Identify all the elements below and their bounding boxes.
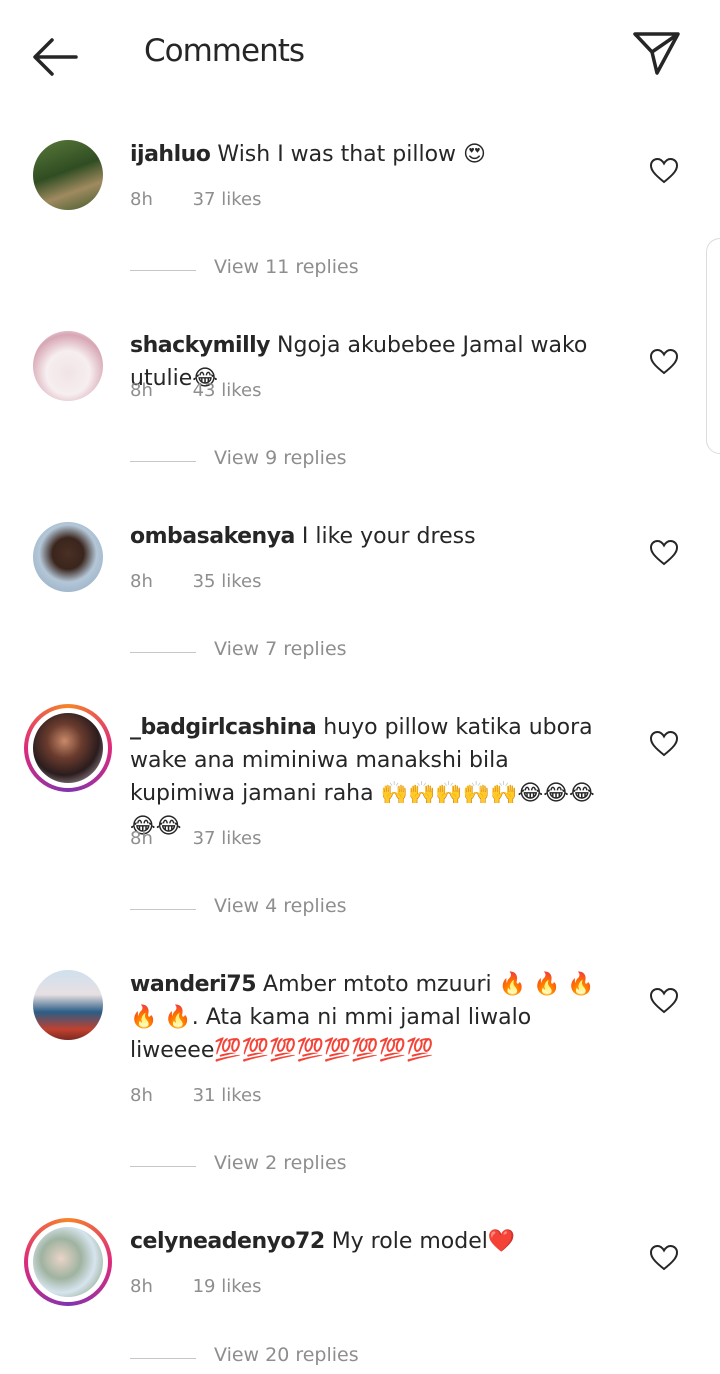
avatar[interactable] xyxy=(33,970,103,1040)
avatar[interactable] xyxy=(33,331,103,401)
avatar[interactable] xyxy=(33,522,103,592)
view-replies-label[interactable]: View 7 replies xyxy=(214,638,347,660)
comment-username[interactable]: shackymilly xyxy=(130,333,271,358)
view-replies-label[interactable]: View 20 replies xyxy=(214,1344,359,1366)
comment-body: My role model❤️ xyxy=(331,1229,516,1254)
comment-likes[interactable]: 37 likes xyxy=(193,828,262,849)
comment-likes[interactable]: 35 likes xyxy=(193,571,262,592)
replies-divider xyxy=(130,652,196,653)
comment-body: I like your dress xyxy=(301,524,476,549)
comment-text: celyneadenyo72 My role model❤️ xyxy=(130,1225,620,1258)
page-title: Comments xyxy=(144,33,305,69)
comment-meta: 8h 37 likes xyxy=(130,189,295,210)
comment-meta: 8h 31 likes xyxy=(130,1085,295,1106)
story-ring[interactable] xyxy=(24,704,112,792)
comment-text: ijahluo Wish I was that pillow 😍 xyxy=(130,138,620,171)
replies-divider xyxy=(130,1166,196,1167)
comment-username[interactable]: ijahluo xyxy=(130,142,211,167)
heart-icon[interactable] xyxy=(650,349,678,375)
comment-username[interactable]: wanderi75 xyxy=(130,972,257,997)
comment-likes[interactable]: 31 likes xyxy=(193,1085,262,1106)
comment-time: 8h xyxy=(130,571,153,592)
comment-text: ombasakenya I like your dress xyxy=(130,520,620,553)
heart-icon[interactable] xyxy=(650,158,678,184)
comment-username[interactable]: celyneadenyo72 xyxy=(130,1229,325,1254)
view-replies-label[interactable]: View 4 replies xyxy=(214,895,347,917)
comment-meta: 8h 19 likes xyxy=(130,1276,295,1297)
arrow-left-icon[interactable] xyxy=(30,34,80,80)
story-ring[interactable] xyxy=(24,1218,112,1306)
comment-text: wanderi75 Amber mtoto mzuuri 🔥 🔥 🔥 🔥 🔥. … xyxy=(130,968,620,1067)
comment-text: _badgirlcashina huyo pillow katika ubora… xyxy=(130,711,620,843)
heart-icon[interactable] xyxy=(650,540,678,566)
comment-time: 8h xyxy=(130,828,153,849)
comment-meta: 8h 37 likes xyxy=(130,828,295,849)
comment-time: 8h xyxy=(130,380,153,401)
comment-time: 8h xyxy=(130,1085,153,1106)
comment-body: Wish I was that pillow 😍 xyxy=(217,142,486,167)
view-replies-label[interactable]: View 9 replies xyxy=(214,447,347,469)
heart-icon[interactable] xyxy=(650,988,678,1014)
comment-username[interactable]: _badgirlcashina xyxy=(130,715,317,740)
comment-likes[interactable]: 19 likes xyxy=(193,1276,262,1297)
comment-time: 8h xyxy=(130,1276,153,1297)
avatar[interactable] xyxy=(33,1227,103,1297)
replies-divider xyxy=(130,461,196,462)
comment-likes[interactable]: 43 likes xyxy=(193,380,262,401)
replies-divider xyxy=(130,909,196,910)
comment-time: 8h xyxy=(130,189,153,210)
avatar[interactable] xyxy=(33,140,103,210)
comment-likes[interactable]: 37 likes xyxy=(193,189,262,210)
avatar[interactable] xyxy=(33,713,103,783)
view-replies-label[interactable]: View 11 replies xyxy=(214,256,359,278)
header-bar: Comments xyxy=(0,0,720,110)
paper-plane-icon[interactable] xyxy=(630,28,682,78)
side-panel-handle[interactable] xyxy=(706,238,720,454)
replies-divider xyxy=(130,270,196,271)
comment-meta: 8h 35 likes xyxy=(130,571,295,592)
comment-username[interactable]: ombasakenya xyxy=(130,524,295,549)
view-replies-label[interactable]: View 2 replies xyxy=(214,1152,347,1174)
comment-meta: 8h 43 likes xyxy=(130,380,295,401)
heart-icon[interactable] xyxy=(650,1245,678,1271)
heart-icon[interactable] xyxy=(650,731,678,757)
replies-divider xyxy=(130,1358,196,1359)
